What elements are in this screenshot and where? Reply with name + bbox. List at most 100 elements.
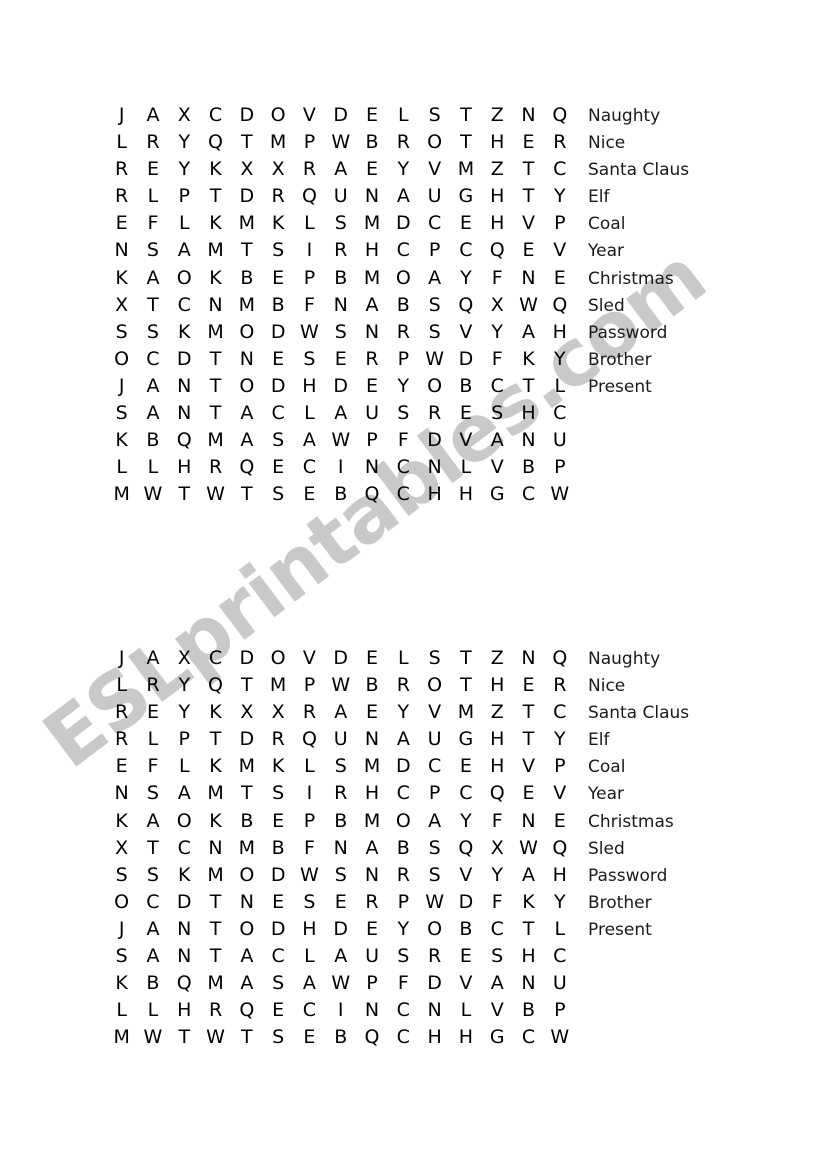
grid-cell: C: [177, 836, 191, 859]
grid-cell: Y: [491, 863, 504, 886]
grid-cell: A: [302, 429, 316, 452]
grid-cell: W: [519, 836, 538, 859]
grid-cell: C: [521, 1026, 536, 1049]
grid-cell: N: [333, 836, 348, 859]
grid-cell: H: [490, 755, 505, 778]
grid-cell: K: [271, 212, 285, 235]
grid-row: XTCNMBFNABSQXWQ: [106, 835, 575, 862]
grid-cell: L: [304, 945, 315, 968]
grid-cell: T: [460, 104, 472, 126]
grid-cell: F: [147, 755, 159, 778]
grid-row: JANTODHDEYOBCTL: [106, 373, 575, 400]
grid-cell: V: [522, 212, 535, 235]
grid-row: LRYQTMPWBROTHER: [106, 672, 575, 699]
grid-cell: V: [302, 104, 316, 126]
grid-cell: W: [331, 674, 351, 697]
grid-cell: A: [522, 320, 535, 343]
grid-cell: R: [115, 158, 129, 181]
grid-cell: W: [331, 972, 351, 995]
grid-cell: R: [271, 185, 285, 208]
grid-cell: H: [458, 483, 474, 506]
grid-cell: U: [333, 185, 348, 208]
grid-cell: E: [272, 999, 285, 1022]
grid-cell: P: [554, 212, 566, 235]
grid-cell: L: [460, 999, 472, 1022]
grid-cell: E: [272, 809, 285, 832]
grid-cell: T: [209, 917, 222, 940]
word-list-item: Christmas: [588, 811, 674, 832]
grid-cell: H: [552, 863, 567, 886]
grid-row: REYKXXRAEYVMZTC: [106, 156, 575, 183]
grid-row: SANTACLAUSRESHC: [106, 400, 575, 427]
word-list-item: Sled: [588, 295, 625, 316]
grid-row: RLPTDRQUNAUGHTY: [106, 183, 575, 210]
grid-cell: E: [366, 158, 379, 181]
grid-cell: Z: [490, 647, 504, 669]
grid-cell: F: [491, 809, 503, 832]
grid-cell: T: [209, 402, 222, 425]
grid-cell: O: [239, 320, 255, 343]
grid-cell: M: [113, 1026, 130, 1049]
grid-cell: Y: [178, 701, 191, 724]
grid-cell: T: [178, 1026, 191, 1049]
grid-cell: X: [271, 158, 285, 181]
grid-cell: C: [208, 647, 223, 669]
grid-cell: B: [459, 374, 473, 397]
grid-cell: L: [116, 674, 127, 697]
grid-cell: C: [459, 782, 473, 805]
grid-cell: L: [304, 755, 315, 778]
grid-cell: Y: [554, 347, 566, 370]
word-list-item: Santa Claus: [588, 703, 690, 724]
grid-cell: K: [178, 320, 191, 343]
grid-cell: V: [459, 320, 473, 343]
grid-cell: D: [333, 104, 349, 126]
grid-cell: W: [300, 320, 319, 343]
grid-cell: V: [459, 429, 473, 452]
grid-cell: Q: [458, 836, 474, 859]
grid-cell: X: [490, 293, 504, 316]
grid-row: SSKMODWSNRSVYAH: [106, 862, 575, 889]
grid-cell: L: [554, 917, 566, 940]
grid-cell: V: [459, 863, 473, 886]
letter-grid-1: JAXCDOVDELSTZNQLRYQTMPWBROTHERREYKXXRAEY…: [106, 102, 575, 508]
grid-row: MWTWTSEBQCHHGCW: [106, 1024, 575, 1051]
grid-cell: P: [554, 456, 566, 479]
grid-cell: R: [208, 456, 223, 479]
grid-row: JANTODHDEYOBCTL: [106, 916, 575, 943]
grid-cell: C: [396, 483, 410, 506]
grid-cell: H: [364, 782, 380, 805]
grid-cell: R: [428, 945, 442, 968]
grid-cell: I: [337, 456, 344, 479]
grid-cell: H: [177, 456, 192, 479]
grid-cell: Y: [178, 674, 191, 697]
grid-cell: H: [490, 674, 505, 697]
grid-cell: R: [365, 890, 379, 913]
grid-cell: F: [397, 429, 409, 452]
word-list-item: Coal: [588, 757, 626, 778]
grid-cell: A: [146, 104, 160, 126]
grid-cell: T: [241, 239, 253, 262]
grid-cell: V: [459, 972, 473, 995]
grid-cell: Q: [364, 483, 380, 506]
grid-cell: E: [303, 1026, 316, 1049]
grid-cell: A: [428, 266, 442, 289]
grid-cell: C: [177, 293, 191, 316]
grid-cell: A: [146, 374, 160, 397]
grid-cell: T: [522, 917, 535, 940]
grid-cell: E: [272, 456, 285, 479]
grid-cell: D: [239, 185, 255, 208]
grid-cell: T: [522, 728, 535, 751]
grid-cell: D: [270, 917, 286, 940]
grid-cell: S: [334, 863, 347, 886]
word-list-item: Brother: [588, 349, 652, 370]
grid-cell: L: [116, 131, 127, 154]
grid-cell: R: [115, 701, 129, 724]
grid-cell: A: [396, 728, 410, 751]
grid-cell: P: [303, 266, 316, 289]
grid-cell: R: [428, 402, 442, 425]
grid-cell: A: [146, 402, 160, 425]
grid-cell: B: [146, 429, 160, 452]
word-list-1: Naughty Nice Santa Claus Elf Coal Year Christm…: [588, 103, 788, 401]
grid-cell: B: [334, 1026, 348, 1049]
grid-cell: N: [364, 320, 380, 343]
